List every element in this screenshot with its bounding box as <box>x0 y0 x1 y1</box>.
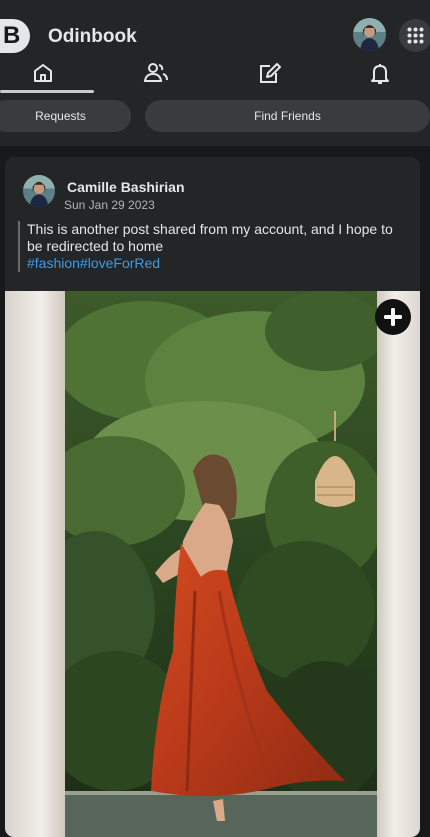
plus-icon <box>384 308 402 326</box>
grid-icon <box>407 27 424 44</box>
tab-notifications[interactable] <box>355 58 409 94</box>
active-tab-indicator <box>0 90 94 93</box>
friends-icon <box>143 63 168 82</box>
post-card: Camille Bashirian Sun Jan 29 2023 This i… <box>5 157 420 837</box>
app-logo[interactable]: B <box>0 19 30 53</box>
edit-icon <box>260 63 281 83</box>
apps-menu-button[interactable] <box>399 19 430 52</box>
requests-button[interactable]: Requests <box>0 100 131 132</box>
home-icon <box>34 64 52 82</box>
tab-home[interactable] <box>0 58 94 94</box>
post-text: This is another post shared from my acco… <box>27 221 393 254</box>
bell-icon <box>371 64 389 84</box>
tab-friends[interactable] <box>130 58 184 94</box>
post-author-name[interactable]: Camille Bashirian <box>67 179 185 195</box>
app-title: Odinbook <box>48 26 137 47</box>
tab-create-post[interactable] <box>245 58 299 94</box>
find-friends-button[interactable]: Find Friends <box>145 100 430 132</box>
add-button[interactable] <box>375 299 411 335</box>
top-bar: B Odinbook Requests Find Friends <box>0 0 430 146</box>
post-hashtags[interactable]: #fashion#loveForRed <box>27 255 402 272</box>
post-author-avatar[interactable] <box>23 175 55 207</box>
profile-avatar[interactable] <box>353 18 386 51</box>
post-date: Sun Jan 29 2023 <box>64 198 155 212</box>
post-image[interactable] <box>5 291 420 837</box>
post-body: This is another post shared from my acco… <box>18 221 402 272</box>
